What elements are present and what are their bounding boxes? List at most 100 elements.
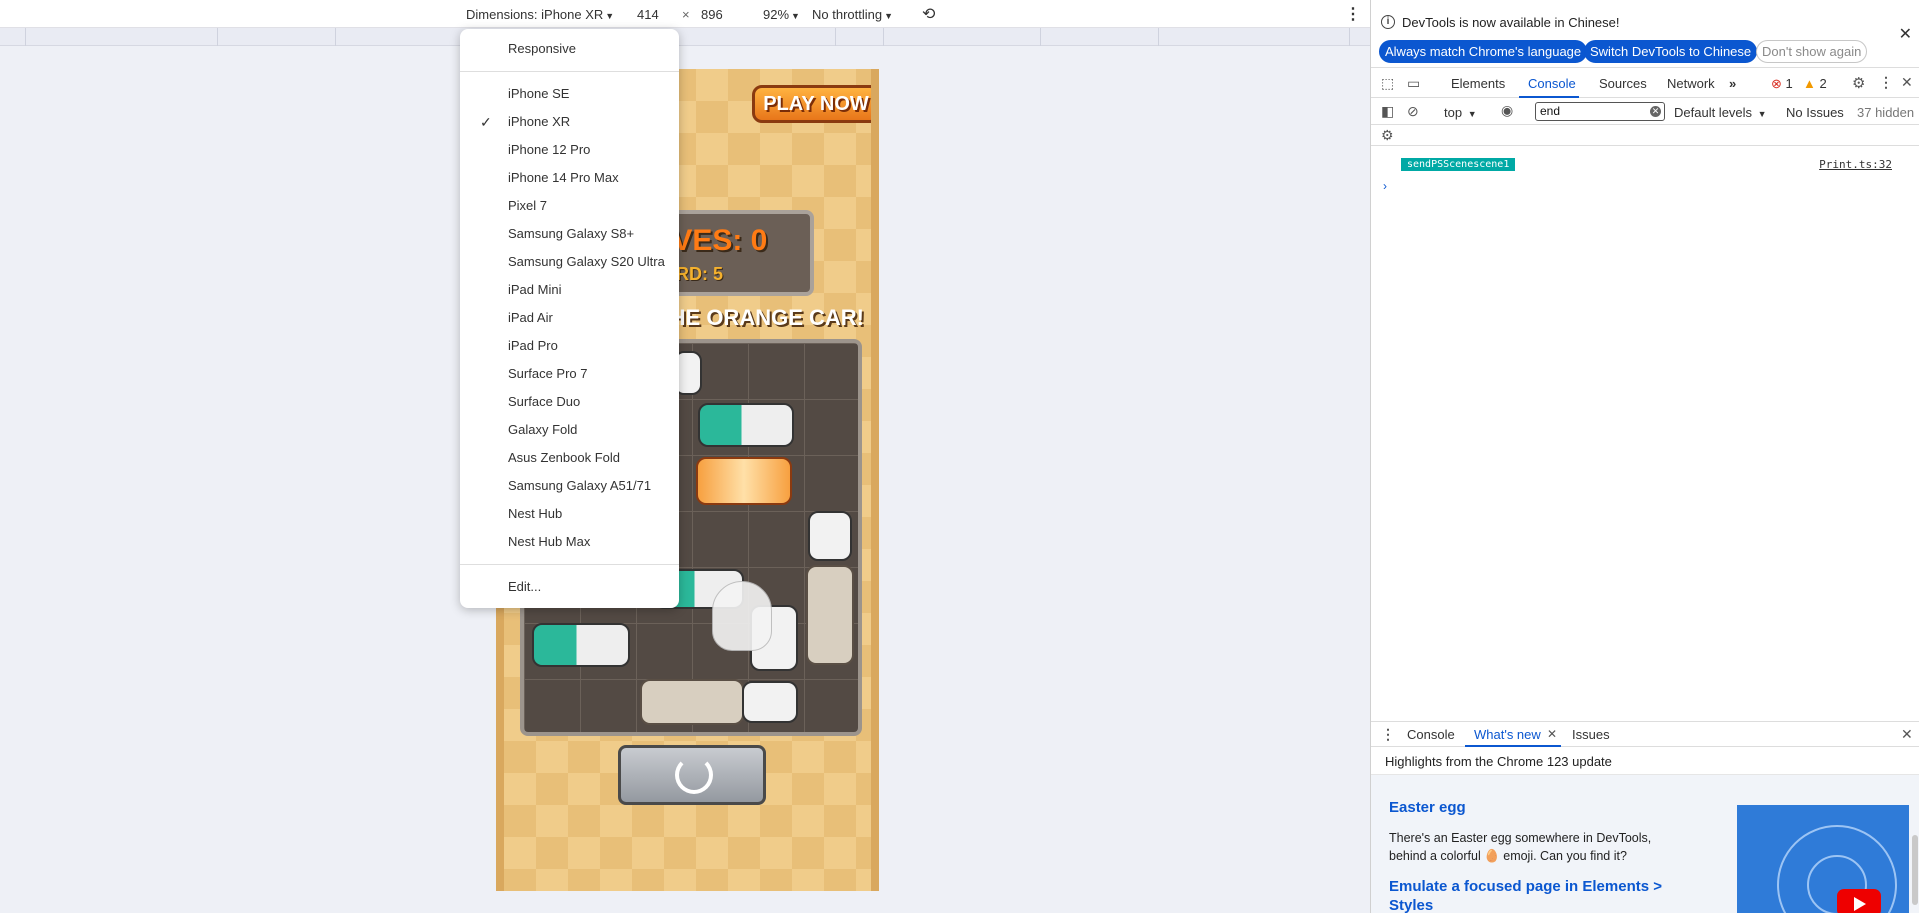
more-options-icon[interactable]: ⋮: [1345, 4, 1361, 24]
device-label: Samsung Galaxy S20 Ultra: [508, 254, 665, 269]
context-label: top: [1444, 105, 1463, 120]
devtools-tabbar: ⬚ ▭ Elements Console Sources Network » ⊗…: [1371, 70, 1919, 98]
log-levels-dropdown[interactable]: Default levels ▼: [1674, 105, 1767, 120]
issues-status[interactable]: No Issues: [1786, 105, 1844, 120]
close-tab-icon[interactable]: ✕: [1547, 727, 1557, 741]
close-icon[interactable]: ✕: [1901, 74, 1913, 91]
infobar-message: DevTools is now available in Chinese!: [1402, 15, 1620, 30]
match-language-button[interactable]: Always match Chrome's language: [1379, 40, 1588, 63]
scrollbar[interactable]: [1912, 835, 1918, 905]
truck[interactable]: [640, 679, 744, 725]
ruler-segment[interactable]: [1040, 28, 1158, 46]
tab-network[interactable]: Network: [1667, 76, 1715, 91]
more-tabs-icon[interactable]: »: [1729, 76, 1736, 91]
zoom-dropdown[interactable]: 92% ▼: [763, 7, 800, 22]
easter-egg-title[interactable]: Easter egg: [1389, 799, 1466, 816]
car-teal[interactable]: [698, 403, 794, 447]
video-thumbnail[interactable]: [1737, 805, 1909, 913]
menu-item-device[interactable]: iPad Air: [460, 304, 679, 332]
dont-show-again-button[interactable]: Don't show again: [1756, 40, 1868, 63]
whats-new-heading: Highlights from the Chrome 123 update: [1385, 754, 1612, 769]
drawer-menu-icon[interactable]: ⋮: [1381, 726, 1395, 743]
car-orange-target[interactable]: [696, 457, 792, 505]
dimensions-dropdown[interactable]: Dimensions: iPhone XR ▼: [466, 7, 614, 22]
whats-new-content: Easter egg There's an Easter egg somewhe…: [1371, 774, 1919, 913]
console-toolbar: ◧ ⊘ top ▼ ◉ end ✕ Default levels ▼ No Is…: [1371, 99, 1919, 125]
menu-item-device[interactable]: Surface Pro 7: [460, 360, 679, 388]
drawer-tab-whats-new[interactable]: What's new: [1474, 727, 1541, 742]
tab-sources[interactable]: Sources: [1599, 76, 1647, 91]
width-input[interactable]: 414: [637, 7, 659, 22]
menu-item-device[interactable]: Asus Zenbook Fold: [460, 444, 679, 472]
settings-icon[interactable]: ⚙: [1381, 127, 1394, 144]
play-now-button[interactable]: PLAY NOW: [752, 85, 871, 123]
device-label: iPhone XR: [508, 114, 571, 129]
throttling-dropdown[interactable]: No throttling ▼: [812, 7, 893, 22]
drawer-tab-issues[interactable]: Issues: [1572, 727, 1610, 742]
menu-item-device[interactable]: iPhone SE: [460, 80, 679, 108]
close-drawer-icon[interactable]: ✕: [1901, 726, 1913, 743]
menu-item-device[interactable]: iPhone 14 Pro Max: [460, 164, 679, 192]
emulate-focused-title[interactable]: Emulate a focused page in Elements > Sty…: [1389, 877, 1689, 913]
info-icon: i: [1381, 15, 1395, 29]
switch-language-button[interactable]: Switch DevTools to Chinese: [1584, 40, 1758, 63]
more-options-icon[interactable]: ⋮: [1879, 74, 1893, 91]
menu-item-device[interactable]: iPad Mini: [460, 276, 679, 304]
menu-item-device[interactable]: Galaxy Fold: [460, 416, 679, 444]
ruler-segment[interactable]: [217, 28, 335, 46]
reset-button[interactable]: [618, 745, 766, 805]
car-white[interactable]: [808, 511, 852, 561]
car-teal[interactable]: [532, 623, 630, 667]
devtools-panel: i DevTools is now available in Chinese! …: [1370, 0, 1919, 913]
tab-elements[interactable]: Elements: [1451, 76, 1505, 91]
warning-count: 2: [1819, 76, 1827, 91]
menu-item-responsive[interactable]: Responsive: [460, 35, 679, 63]
rotate-icon[interactable]: ⟲: [922, 4, 935, 24]
clear-console-icon[interactable]: ⊘: [1407, 103, 1419, 120]
context-selector[interactable]: top ▼: [1444, 105, 1477, 120]
height-input[interactable]: 896: [701, 7, 723, 22]
console-source-link[interactable]: Print.ts:32: [1819, 158, 1892, 171]
device-label: Pixel 7: [508, 198, 548, 213]
menu-item-device[interactable]: Pixel 7: [460, 192, 679, 220]
console-prompt[interactable]: ›: [1383, 179, 1387, 193]
menu-item-device[interactable]: iPad Pro: [460, 332, 679, 360]
hidden-count: 37 hidden: [1857, 105, 1915, 120]
easter-egg-body: There's an Easter egg somewhere in DevTo…: [1389, 831, 1652, 863]
menu-item-device[interactable]: iPhone 12 Pro: [460, 136, 679, 164]
menu-item-edit[interactable]: Edit...: [460, 573, 679, 601]
menu-item-device[interactable]: Samsung Galaxy A51/71: [460, 472, 679, 500]
tab-console[interactable]: Console: [1528, 76, 1576, 91]
console-log-message[interactable]: sendPSScenescene1: [1401, 158, 1516, 171]
device-toolbar: Dimensions: iPhone XR ▼ 414 × 896 92% ▼ No…: [0, 0, 1370, 28]
settings-icon[interactable]: ⚙: [1852, 74, 1865, 92]
sidebar-toggle-icon[interactable]: ◧: [1381, 103, 1394, 120]
filter-input[interactable]: end: [1535, 102, 1665, 121]
close-icon[interactable]: ✕: [1899, 24, 1912, 44]
menu-item-device[interactable]: Nest Hub: [460, 500, 679, 528]
error-counter[interactable]: ⊗ 1: [1771, 76, 1793, 92]
truck[interactable]: [806, 565, 854, 665]
chevron-down-icon: ▼: [1467, 109, 1477, 119]
play-video-icon[interactable]: [1837, 889, 1881, 913]
ruler-segment[interactable]: [25, 28, 217, 46]
inspect-element-icon[interactable]: ⬚: [1381, 75, 1394, 92]
clear-filter-icon[interactable]: ✕: [1650, 106, 1661, 117]
dimension-separator: ×: [682, 7, 690, 22]
ruler-segment[interactable]: [883, 28, 1040, 46]
ruler-segment[interactable]: [1158, 28, 1350, 46]
menu-item-device[interactable]: Samsung Galaxy S8+: [460, 220, 679, 248]
menu-item-device[interactable]: Nest Hub Max: [460, 528, 679, 556]
chevron-down-icon: ▼: [884, 11, 894, 21]
menu-item-device[interactable]: ✓ iPhone XR: [460, 108, 679, 136]
drawer-tab-console[interactable]: Console: [1407, 727, 1455, 742]
devtools-drawer: ⋮ Console What's new ✕ Issues ✕ Highligh…: [1371, 721, 1919, 913]
warning-counter[interactable]: ▲ 2: [1803, 76, 1827, 91]
menu-item-device[interactable]: Surface Duo: [460, 388, 679, 416]
car-white[interactable]: [742, 681, 798, 723]
device-toggle-icon[interactable]: ▭: [1407, 75, 1420, 92]
ruler-segment[interactable]: [835, 28, 883, 46]
eye-icon[interactable]: ◉: [1501, 102, 1513, 119]
menu-item-device[interactable]: Samsung Galaxy S20 Ultra: [460, 248, 679, 276]
device-label: Samsung Galaxy A51/71: [508, 478, 652, 493]
